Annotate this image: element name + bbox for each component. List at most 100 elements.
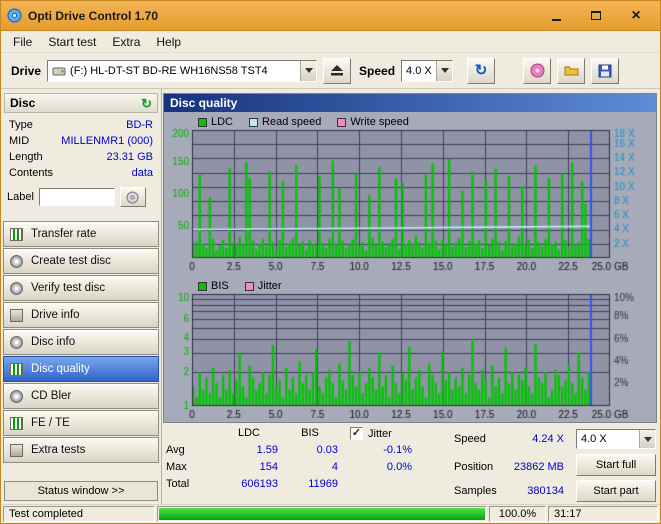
menu-help[interactable]: Help [148,33,189,51]
total-bis-value: 11969 [308,478,338,490]
speed-select[interactable]: 4.0 X [401,59,454,82]
drive-icon [52,67,66,75]
total-row-label: Total [166,478,190,490]
sidebar-item-extra-tests[interactable]: Extra tests [3,437,159,463]
legend-jitter: Jitter [244,280,282,292]
drive-info-icon [10,308,23,322]
label-label: Label [7,191,34,203]
erase-disc-button[interactable] [523,57,552,84]
sidebar-item-transfer-rate[interactable]: Transfer rate [3,221,159,247]
extra-tests-icon [10,443,23,457]
refresh-button[interactable]: ↻ [467,57,496,84]
info-value: BD-R [126,119,153,131]
legend-top: LDC Read speed Write speed [198,116,409,128]
stats-panel: LDC BIS ✓ Jitter Avg 1.59 0.03 -0.1% Max… [162,427,659,504]
ldc-column-header: LDC [237,427,260,439]
drive-select-arrow[interactable] [300,60,317,81]
sidebar-item-fe-te[interactable]: FE / TE [3,410,159,436]
menu-file[interactable]: File [5,33,40,51]
sidebar-item-create-test-disc[interactable]: Create test disc [3,248,159,274]
start-full-button[interactable]: Start full [576,454,656,476]
main-panel: Disc quality LDC Read speed Write speed … [162,89,660,504]
bis-column-header: BIS [301,427,319,439]
statusbar: Test completed 100.0% 31:17 [1,504,660,523]
transfer-rate-icon [10,227,23,241]
info-value: data [131,167,153,179]
sidebar-item-disc-info[interactable]: Disc info [3,329,159,355]
avg-ldc-value: 1.59 [256,444,278,456]
chart-area: Disc quality LDC Read speed Write speed … [163,93,657,423]
sidebar-item-label: FE / TE [31,417,70,429]
avg-jitter-value: -0.1% [383,444,412,456]
maximize-button[interactable] [582,5,610,27]
sidebar-item-disc-quality[interactable]: Disc quality [3,356,159,382]
sidebar-item-drive-info[interactable]: Drive info [3,302,159,328]
sidebar-item-label: Disc info [31,336,76,348]
eject-button[interactable] [323,57,352,84]
info-value: 23.31 GB [106,151,153,163]
samples-stat-label: Samples [454,485,497,497]
sidebar-item-label: Drive info [31,309,80,321]
sidebar-item-verify-test-disc[interactable]: Verify test disc [3,275,159,301]
sidebar-item-label: Create test disc [31,255,111,267]
position-stat-value: 23862 MB [513,461,564,473]
scan-speed-arrow[interactable] [639,430,655,448]
window-title: Opti Drive Control 1.70 [28,8,159,23]
jitter-checkbox[interactable]: ✓ [350,427,363,440]
app-icon [7,8,22,23]
sidebar: Disc ↻ Type BD-R MID MILLENMR1 (000) Len… [1,89,162,504]
menu-start-test[interactable]: Start test [40,33,104,51]
cd-bler-icon [10,389,23,403]
app-window: Opti Drive Control 1.70 × File Start tes… [0,0,661,524]
chart-panel-title: Disc quality [164,94,656,112]
status-window-button[interactable]: Status window >> [4,481,158,501]
erase-disc-icon [530,63,545,78]
max-bis-value: 4 [331,461,338,473]
info-label: MID [9,135,30,147]
label-row: Label [1,187,161,207]
info-label: Length [9,151,43,163]
menu-extra[interactable]: Extra [104,33,148,51]
sidebar-item-label: Extra tests [31,444,86,456]
speed-select-arrow[interactable] [436,60,453,81]
legend-bis: BIS [198,280,229,292]
progress-fill [159,508,485,520]
bis-jitter-chart [164,292,656,422]
open-button[interactable] [557,57,586,84]
progress-cell [157,506,487,522]
jitter-column-header: Jitter [368,428,392,440]
legend-write-speed: Write speed [337,116,409,128]
avg-bis-value: 0.03 [316,444,338,456]
position-stat-label: Position [454,461,494,473]
read-speed-swatch-icon [249,117,259,127]
progress-bar [159,508,485,520]
speed-label: Speed [359,63,396,78]
close-button[interactable]: × [622,5,650,27]
disc-info-row-contents: Contents data [1,165,161,181]
disc-refresh-button[interactable]: ↻ [141,97,152,110]
info-label: Type [9,119,33,131]
write-label-button[interactable] [119,187,146,207]
legend-read-speed: Read speed [249,116,321,128]
create-test-disc-icon [10,254,23,268]
verify-test-disc-icon [10,281,23,295]
bis-swatch-icon [198,281,207,291]
disc-info-icon [10,335,23,349]
info-value: MILLENMR1 (000) [61,135,153,147]
drive-select[interactable]: (F:) HL-DT-ST BD-RE WH16NS58 TST4 [47,59,318,82]
save-button[interactable] [591,57,620,84]
scan-speed-select[interactable]: 4.0 X [576,429,656,449]
minimize-button[interactable] [542,5,570,27]
status-text: Test completed [3,506,155,522]
fe-te-icon [10,416,23,430]
sidebar-item-cd-bler[interactable]: CD Bler [3,383,159,409]
label-input[interactable] [38,188,115,206]
minimize-icon [551,19,561,21]
avg-row-label: Avg [166,444,185,456]
content: Disc ↻ Type BD-R MID MILLENMR1 (000) Len… [1,89,660,504]
disc-info-row-mid: MID MILLENMR1 (000) [1,133,161,149]
start-part-button[interactable]: Start part [576,480,656,502]
disc-panel-header: Disc ↻ [4,93,158,113]
speed-stat-label: Speed [454,433,486,445]
sidebar-item-label: Disc quality [31,363,90,375]
